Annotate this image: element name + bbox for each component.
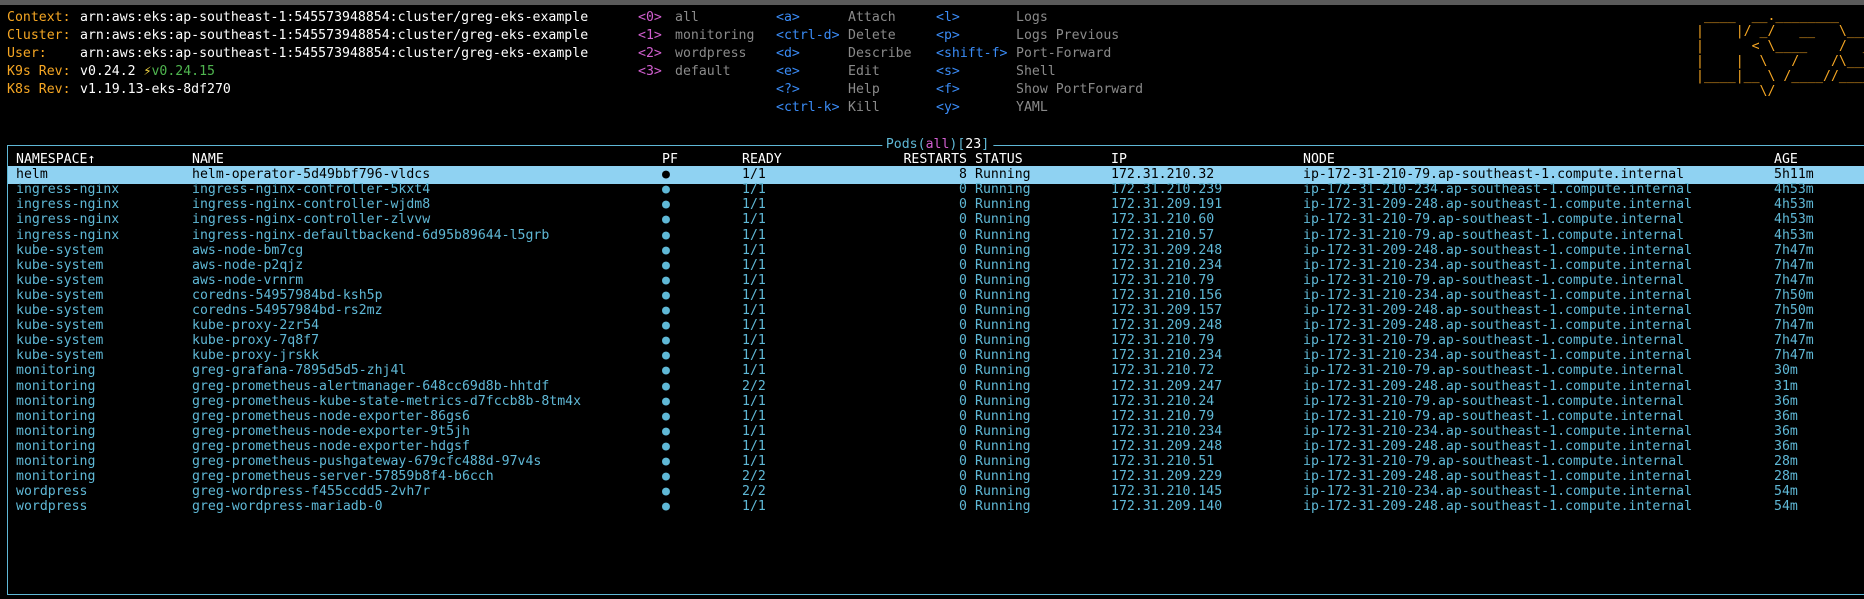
namespace-name: all [675,10,699,25]
info-cluster: Cluster: arn:aws:eks:ap-southeast-1:54557… [7,27,588,45]
window-top-bar [0,0,1864,5]
namespace-shortcut[interactable]: <3> default [638,63,754,81]
command-shortcut[interactable]: <shift-f> Port-Forward [936,45,1143,63]
logo-line: |____|__ \ /____//____ > [1696,69,1864,84]
command-name: Edit [848,64,880,79]
cell-restarts: 0 [959,499,967,515]
command-key: <ctrl-d> [776,28,840,43]
info-value: arn:aws:eks:ap-southeast-1:545573948854:… [80,10,589,25]
info-label: User: [7,46,47,61]
table-row[interactable]: wordpress greg-wordpress-mariadb-0 ● 1/1 0 Ru… [8,498,1864,516]
info-k8s-rev: K8s Rev: v1.19.13-eks-8df270 [7,81,588,99]
cell-pf: ● [662,499,670,515]
info-context: Context: arn:aws:eks:ap-southeast-1:54557… [7,9,588,27]
namespace-key: <2> [638,46,662,61]
cell-status: Running [975,499,1031,515]
k9s-logo: ____ __.________ | |/ _/ __ \_____| < \_… [1696,9,1864,99]
command-name: Show PortForward [1016,82,1144,97]
command-key: <?> [776,82,800,97]
command-shortcut[interactable]: <y> YAML [936,99,1143,117]
info-label: Cluster: [7,28,71,43]
command-name: Logs [1016,10,1048,25]
namespace-key: <0> [638,10,662,25]
command-shortcut[interactable]: <?> Help [776,81,912,99]
namespace-shortcuts: <0> all <1> monitoring <2> wordpress <3> def… [638,9,754,81]
logo-line: \/ \/ [1759,84,1776,99]
command-name: YAML [1016,100,1048,115]
command-name: Logs Previous [1016,28,1120,43]
namespace-key: <3> [638,64,662,79]
upgrade-version: v0.24.15 [151,64,216,79]
command-key: <p> [936,28,960,43]
command-key: <e> [776,64,800,79]
command-shortcut[interactable]: <s> Shell [936,63,1143,81]
command-shortcut[interactable]: <f> Show PortForward [936,81,1143,99]
namespace-key: <1> [638,28,662,43]
cell-age: 54m [1774,499,1798,515]
command-name: Delete [848,28,896,43]
command-key: <y> [936,100,960,115]
namespace-name: default [675,64,731,79]
info-label: K8s Rev: [7,82,71,97]
info-k9s-rev: K9s Rev: v0.24.2 ⚡v0.24.15 [7,63,588,81]
command-shortcut[interactable]: <d> Describe [776,45,912,63]
command-shortcut[interactable]: <p> Logs Previous [936,27,1143,45]
info-value: arn:aws:eks:ap-southeast-1:545573948854:… [80,46,589,61]
logo-line: | < \____ / ___/ [1696,39,1864,54]
namespace-shortcut[interactable]: <2> wordpress [638,45,754,63]
info-value: v1.19.13-eks-8df270 [80,82,231,97]
namespace-name: wordpress [675,46,747,61]
command-shortcuts-2: <l> Logs <p> Logs Previous <shift-f> Port-F… [936,9,1143,117]
logo-line: | | \ / /\___ \ [1696,54,1864,69]
command-key: <a> [776,10,800,25]
info-value: v0.24.2 [80,64,136,79]
cluster-info: Context: arn:aws:eks:ap-southeast-1:54557… [7,9,588,99]
header: Context: arn:aws:eks:ap-southeast-1:54557… [0,9,1864,121]
table-title-filter: all [925,137,950,152]
command-key: <ctrl-k> [776,100,840,115]
logo-line: ____ __.________ [1703,9,1839,24]
namespace-shortcut[interactable]: <1> monitoring [638,27,754,45]
command-name: Describe [848,46,912,61]
table-title-resource: Pods [885,137,918,152]
command-name: Kill [848,100,880,115]
command-key: <l> [936,10,960,25]
command-name: Shell [1016,64,1056,79]
cell-ready: 1/1 [742,499,766,515]
command-key: <shift-f> [936,46,1008,61]
cell-name: greg-wordpress-mariadb-0 [192,499,383,515]
command-shortcut[interactable]: <e> Edit [776,63,912,81]
logo-line: | |/ _/ __ \_____ [1696,24,1864,39]
command-shortcut[interactable]: <l> Logs [936,9,1143,27]
command-key: <s> [936,64,960,79]
cell-node: ip-172-31-209-248.ap-southeast-1.compute… [1303,499,1693,515]
command-name: Attach [848,10,896,25]
command-name: Help [848,82,880,97]
info-value: arn:aws:eks:ap-southeast-1:545573948854:… [80,28,589,43]
namespace-name: monitoring [675,28,755,43]
info-label: Context: [7,10,71,25]
info-label: K9s Rev: [7,64,71,79]
namespace-shortcut[interactable]: <0> all [638,9,754,27]
table-title-count: 23 [965,137,982,152]
command-shortcut[interactable]: <ctrl-k> Kill [776,99,912,117]
cell-namespace: wordpress [16,499,88,515]
command-shortcuts-1: <a> Attach <ctrl-d> Delete <d> Describe <e>… [776,9,912,117]
command-key: <f> [936,82,960,97]
command-shortcut[interactable]: <ctrl-d> Delete [776,27,912,45]
info-user: User: arn:aws:eks:ap-southeast-1:54557394… [7,45,588,63]
cell-ip: 172.31.209.140 [1111,499,1223,515]
command-shortcut[interactable]: <a> Attach [776,9,912,27]
command-name: Port-Forward [1016,46,1112,61]
command-key: <d> [776,46,800,61]
